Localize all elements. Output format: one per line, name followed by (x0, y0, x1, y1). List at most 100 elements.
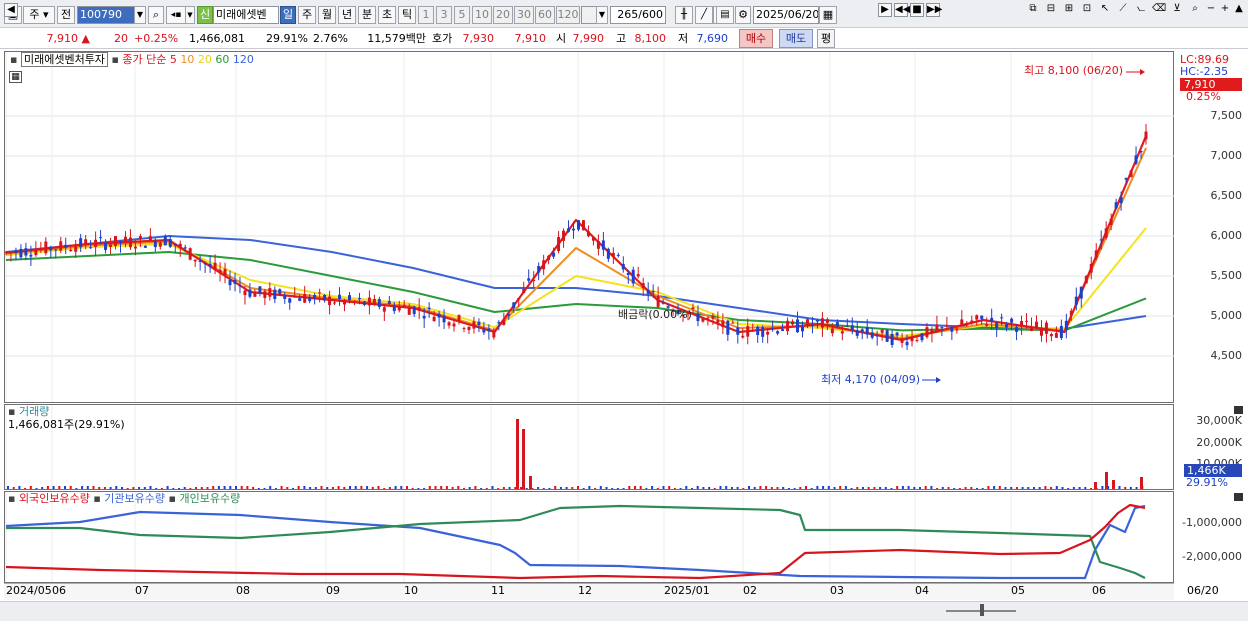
zoom-out-icon[interactable]: − (1204, 3, 1218, 17)
candle-body (990, 317, 994, 322)
candle-body (955, 328, 959, 331)
candle-body (79, 238, 83, 248)
candle-body (24, 248, 28, 256)
candle-body (756, 326, 760, 336)
volume-bar (799, 487, 802, 489)
candle-body (94, 239, 98, 247)
candle-body (442, 315, 446, 323)
candle-body (347, 295, 351, 301)
volume-bar (286, 487, 289, 489)
volume-bar (941, 487, 944, 489)
candle-body (1074, 296, 1078, 305)
volume-bar (651, 486, 654, 489)
volume-bar (1004, 487, 1007, 489)
cursor-icon[interactable]: ↖ (1098, 3, 1112, 17)
x-label-02: 02 (743, 584, 757, 597)
volume-bar (611, 488, 614, 489)
candle-body (148, 236, 152, 241)
candle-body (1084, 276, 1088, 284)
holdings-panel-close-icon[interactable] (1234, 493, 1243, 501)
candle-body (4, 251, 8, 253)
bottom-scrollbar[interactable] (0, 601, 1248, 621)
erase-icon[interactable]: ⌫ (1152, 3, 1166, 17)
layout-icon-1[interactable]: ⧉ (1026, 3, 1040, 17)
candle-body (218, 269, 222, 273)
candle-body (248, 289, 252, 297)
candle-body (193, 259, 197, 262)
candle-body (1049, 334, 1053, 337)
volume-bar (69, 486, 72, 489)
candle-body (1124, 178, 1128, 180)
forward-icon[interactable]: ▶▶ (926, 3, 942, 17)
collapse-icon[interactable]: ▲ (1232, 3, 1246, 17)
layout-icon-2[interactable]: ⊟ (1044, 3, 1058, 17)
candle-body (118, 241, 122, 244)
candle-body (213, 262, 217, 271)
layout-icon-3[interactable]: ⊞ (1062, 3, 1076, 17)
candle-body (522, 289, 526, 293)
volume-bar (582, 488, 585, 489)
price-legend: ▪ 미래에셋벤처투자 ▪ 종가 단순 5 10 20 60 120 (10, 52, 254, 67)
candle-body (188, 248, 192, 260)
volume-bar (765, 486, 768, 489)
volume-bar (406, 486, 408, 489)
y-tick-6000: 6,000 (1210, 229, 1243, 242)
candle-body (178, 243, 182, 248)
volume-bar (377, 486, 380, 489)
volume-legend: ▪ 거래량 (8, 405, 50, 418)
volume-bar (867, 487, 870, 489)
candle-body (263, 291, 267, 298)
measure-icon[interactable]: ⦦ (1134, 3, 1148, 17)
volume-bar (947, 487, 950, 489)
ma-line-10 (5, 147, 1147, 340)
volume-bar (320, 486, 323, 489)
candle-body (402, 304, 406, 306)
candle-body (1069, 310, 1073, 316)
candle-body (781, 329, 785, 332)
candle-body (9, 252, 13, 254)
scroll-left-icon[interactable]: ◀ (4, 3, 18, 17)
zoom-icon[interactable]: ⌕ (1188, 3, 1202, 17)
candle-body (243, 290, 247, 296)
volume-value-label: 1,466,081주(29.91%) (8, 418, 125, 431)
volume-bar (417, 488, 420, 489)
candle-body (352, 301, 356, 303)
candle-body (497, 322, 501, 324)
stop-icon[interactable]: ■ (910, 3, 924, 17)
x-label-12: 12 (578, 584, 592, 597)
candle-body (860, 329, 864, 332)
candle-body (64, 244, 68, 248)
candle-body (462, 328, 466, 330)
scroll-right-icon[interactable]: ▶ (878, 3, 892, 17)
candle-body (303, 294, 307, 303)
volume-bar (730, 487, 733, 489)
candle-body (920, 333, 924, 341)
volume-bar (337, 486, 340, 489)
zoom-in-icon[interactable]: + (1218, 3, 1232, 17)
layout-icon-4[interactable]: ⊡ (1080, 3, 1094, 17)
volume-bar (639, 486, 642, 489)
draw-icon[interactable]: ⟋ (1116, 3, 1130, 17)
candle-body (1054, 333, 1058, 338)
candle-body (791, 321, 795, 325)
volume-bar (274, 488, 277, 489)
volume-bar (354, 486, 357, 489)
rewind-icon[interactable]: ◀◀ (894, 3, 910, 17)
y-tick-4500: 4,500 (1210, 349, 1243, 362)
volume-bar (24, 488, 27, 489)
candle-body (467, 326, 471, 331)
candle-body (875, 335, 879, 337)
zoom-slider-thumb[interactable] (980, 604, 984, 616)
volume-bar (1027, 487, 1030, 489)
candle-body (965, 323, 969, 326)
candle-body (298, 298, 302, 301)
volume-bar (656, 488, 659, 489)
table-icon[interactable]: ▦ (9, 71, 22, 83)
candle-body (268, 288, 272, 297)
volume-panel-close-icon[interactable] (1234, 406, 1243, 414)
candle-body (711, 316, 715, 319)
volume-bar (901, 486, 904, 489)
y-tick-7500: 7,500 (1210, 109, 1243, 122)
magnet-icon[interactable]: ⊻ (1170, 3, 1184, 17)
holdings-legend: ▪ 외국인보유수량 ▪ 기관보유수량 ▪ 개인보유수량 (8, 492, 241, 505)
